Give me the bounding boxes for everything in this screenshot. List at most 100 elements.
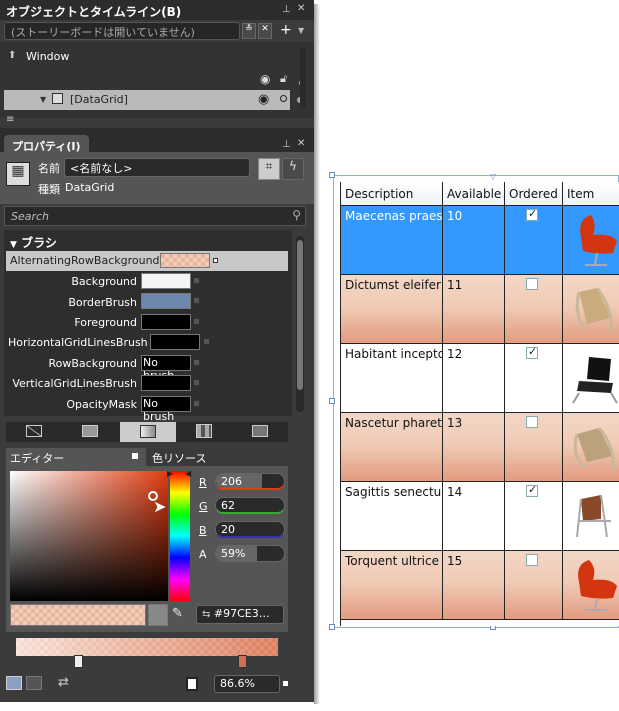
advanced-marker[interactable]	[204, 339, 209, 344]
tab-editor[interactable]: エディター	[6, 448, 146, 466]
background-swatch[interactable]	[141, 273, 191, 289]
color-picker-canvas[interactable]	[10, 471, 168, 601]
radial-gradient-icon[interactable]	[26, 676, 42, 690]
storyboard-close-button[interactable]: ✕	[258, 23, 272, 39]
scrollbar-thumb[interactable]	[297, 240, 303, 390]
chevron-down-icon[interactable]: ▼	[298, 26, 304, 35]
foreground-swatch[interactable]	[141, 314, 191, 330]
resize-handle[interactable]	[329, 624, 335, 630]
g-input[interactable]: 62	[215, 497, 285, 514]
tile-brush-icon[interactable]	[196, 424, 212, 438]
offset-marker[interactable]	[283, 681, 288, 686]
advanced-marker[interactable]	[213, 258, 218, 263]
cell-text: 10	[447, 209, 463, 223]
ordered-checkbox[interactable]	[526, 278, 538, 290]
lock-icon[interactable]: 🔓︎	[280, 72, 287, 86]
r-input[interactable]: 206	[215, 473, 285, 490]
cell-text: Dictumst eleifer	[345, 278, 441, 292]
tree-options-icon[interactable]: ≡	[6, 114, 14, 125]
r-label: R	[199, 476, 207, 489]
name-value: <名前なし>	[70, 162, 133, 175]
properties-pin-icon[interactable]: ⊥	[282, 139, 291, 150]
eyedropper-icon[interactable]: ✎	[172, 606, 183, 621]
resize-handle[interactable]	[329, 398, 335, 404]
column-header-description[interactable]: Description	[341, 182, 443, 206]
tab-color-resources[interactable]: 色リソース	[148, 448, 288, 466]
borderbrush-swatch[interactable]	[141, 293, 191, 309]
tree-item-datagrid-row[interactable]	[4, 90, 290, 110]
brush-section-header[interactable]: ▼ ブラシ	[10, 234, 57, 251]
expand-arrow-icon[interactable]: ▼	[40, 95, 46, 104]
cell-item	[563, 206, 619, 275]
datagrid[interactable]: Description Available Ordered Item Maece…	[340, 182, 619, 626]
b-input[interactable]: 20	[215, 521, 285, 538]
next-row-peek	[341, 620, 619, 626]
advanced-marker[interactable]	[194, 401, 199, 406]
advanced-marker[interactable]	[194, 298, 199, 303]
ordered-checkbox[interactable]	[526, 345, 538, 359]
add-storyboard-icon[interactable]: +	[280, 22, 292, 38]
hue-left-arrow-icon[interactable]: ▶	[167, 469, 173, 478]
swan-chair-red-image	[578, 560, 617, 611]
hue-slider[interactable]	[170, 471, 190, 601]
tree-scrollbar[interactable]	[300, 48, 306, 108]
cell-available: 10	[443, 206, 505, 275]
ordered-checkbox[interactable]	[526, 483, 538, 497]
cell-text: Torquent ultrice	[345, 554, 439, 568]
resize-handle[interactable]	[329, 172, 335, 178]
hue-right-arrow-icon[interactable]: ◀	[185, 469, 191, 478]
properties-close-icon[interactable]: ✕	[297, 138, 305, 149]
cell-item	[563, 413, 619, 482]
gradient-offset-input[interactable]: 86.6%	[214, 675, 280, 693]
gradient-bar[interactable]	[16, 638, 278, 656]
a-input[interactable]: 59%	[215, 545, 285, 562]
column-header-ordered[interactable]: Ordered	[505, 182, 563, 206]
alternating-brush-swatch[interactable]	[160, 253, 210, 268]
lightning-icon[interactable]: ϟ	[282, 158, 304, 180]
resource-brush-icon[interactable]	[252, 425, 268, 437]
horizontal-grid-swatch[interactable]	[150, 334, 200, 350]
search-placeholder: Search	[11, 210, 50, 223]
close-icon[interactable]: ✕	[297, 3, 305, 14]
storyboard-box[interactable]: (ストーリーボードは開いていません)	[4, 22, 240, 40]
vertical-grid-swatch[interactable]	[141, 375, 191, 391]
properties-scrollbar[interactable]	[296, 236, 304, 412]
ordered-checkbox[interactable]	[526, 207, 538, 221]
brush-label-rowbackground: RowBackground	[48, 357, 138, 370]
eye-icon[interactable]: ◉	[260, 72, 270, 86]
objects-panel-header: オブジェクトとタイムライン(B)	[0, 0, 314, 20]
hex-input[interactable]: ⇆ #97CE3…	[196, 605, 284, 624]
column-header-available[interactable]: Available	[443, 182, 505, 206]
ordered-checkbox[interactable]	[526, 554, 538, 566]
lock-dot-icon[interactable]	[280, 95, 287, 102]
cell-text: 13	[447, 416, 463, 430]
no-brush-icon[interactable]	[26, 425, 42, 437]
advanced-marker[interactable]	[194, 360, 199, 365]
search-icon: ⚲	[292, 208, 301, 222]
gradient-stop-2[interactable]	[238, 655, 247, 668]
linear-gradient-icon[interactable]	[6, 676, 22, 690]
top-handle-icon[interactable]: ▽	[490, 172, 496, 181]
events-view-button[interactable]: ⌗	[258, 158, 280, 180]
pin-icon[interactable]: ⊥	[282, 4, 291, 15]
reverse-gradient-icon[interactable]: ⇄	[58, 675, 69, 690]
window-icon: ⬆	[8, 50, 17, 61]
ordered-checkbox[interactable]	[526, 416, 538, 428]
opacitymask-swatch[interactable]: No brush	[141, 396, 191, 423]
eye-icon-selected[interactable]: ◉	[258, 92, 269, 107]
search-box[interactable]: Search ⚲	[4, 206, 306, 226]
gradient-stop-1[interactable]	[74, 655, 83, 668]
solid-brush-icon[interactable]	[82, 425, 98, 437]
advanced-marker[interactable]	[194, 319, 199, 324]
advanced-marker[interactable]	[194, 380, 199, 385]
rowbackground-swatch[interactable]: No brush	[141, 355, 191, 382]
gradient-brush-icon	[140, 425, 156, 438]
storyboard-menu-button[interactable]: ≚	[242, 23, 256, 39]
lounge-chair-tan-image	[575, 287, 613, 333]
column-header-item[interactable]: Item	[563, 182, 619, 206]
tree-item-datagrid[interactable]: [DataGrid]	[70, 93, 128, 106]
name-input[interactable]: <名前なし>	[64, 158, 250, 177]
gradient-stop-selector-icon[interactable]	[186, 677, 198, 691]
tree-item-window[interactable]: Window	[26, 50, 69, 63]
advanced-marker[interactable]	[194, 278, 199, 283]
